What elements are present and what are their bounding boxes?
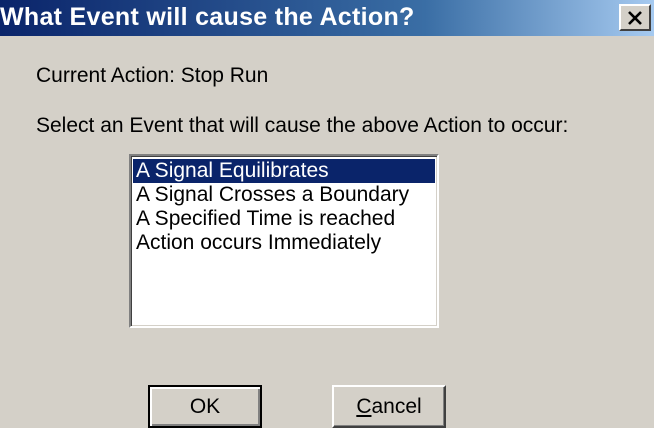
current-action-label: Current Action: Stop Run (36, 64, 269, 87)
list-item[interactable]: A Signal Crosses a Boundary (133, 183, 435, 207)
cancel-mnemonic: C (356, 394, 372, 418)
window-title: What Event will cause the Action? (0, 3, 415, 31)
cancel-label-rest: ancel (371, 394, 422, 418)
ok-button[interactable]: OK (148, 385, 262, 428)
event-listbox[interactable]: A Signal Equilibrates A Signal Crosses a… (129, 154, 439, 328)
cancel-button[interactable]: Cancel (332, 385, 446, 428)
list-item[interactable]: Action occurs Immediately (133, 231, 435, 255)
list-item[interactable]: A Specified Time is reached (133, 207, 435, 231)
list-item[interactable]: A Signal Equilibrates (133, 159, 435, 183)
close-button[interactable] (619, 4, 651, 31)
close-icon (627, 10, 643, 25)
title-bar[interactable]: What Event will cause the Action? (0, 0, 654, 36)
select-event-prompt: Select an Event that will cause the abov… (36, 114, 569, 137)
dialog-window: What Event will cause the Action? Curren… (0, 0, 654, 428)
